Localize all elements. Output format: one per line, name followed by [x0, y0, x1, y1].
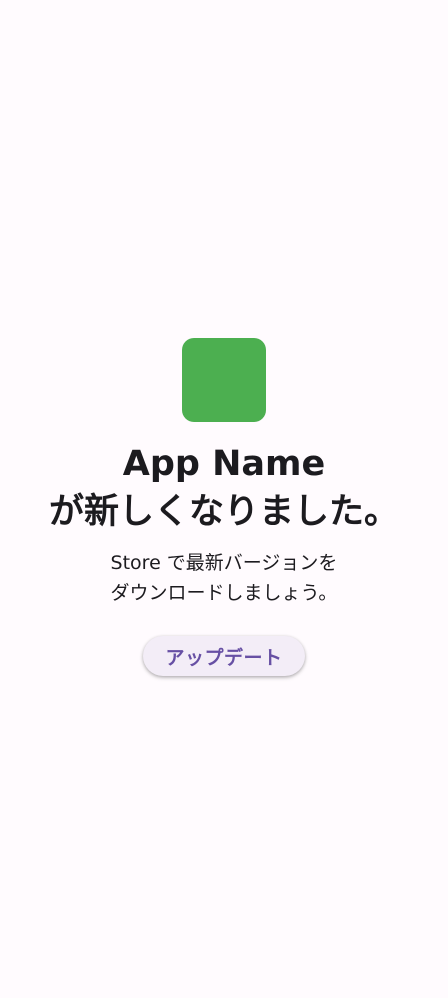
update-message-line-2: ダウンロードしましょう。 [110, 582, 338, 604]
update-message: Store で最新バージョンを ダウンロードしましょう。 [111, 548, 338, 608]
update-title: App Name が新しくなりました。 [49, 440, 399, 536]
update-message-line-1: Store で最新バージョンを [110, 552, 338, 574]
update-button[interactable]: アップデート [143, 636, 305, 676]
update-screen: App Name が新しくなりました。 Store で最新バージョンを ダウンロ… [0, 0, 448, 998]
app-icon [182, 338, 266, 422]
update-prompt: App Name が新しくなりました。 Store で最新バージョンを ダウンロ… [0, 338, 448, 676]
update-headline: が新しくなりました。 [48, 492, 399, 532]
app-name: App Name [122, 444, 326, 484]
